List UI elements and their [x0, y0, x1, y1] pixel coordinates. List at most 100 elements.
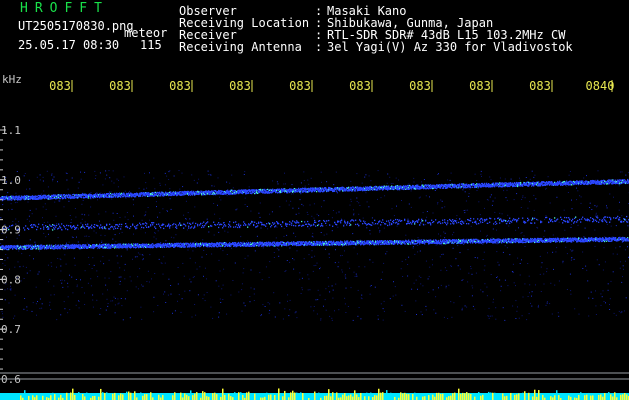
noise-dot [328, 257, 330, 258]
noise-dot [472, 305, 474, 307]
noise-dot [170, 236, 172, 238]
noise-dot [345, 277, 347, 279]
noise-dot [76, 286, 78, 288]
noise-dot [119, 280, 121, 282]
noise-dot [625, 297, 627, 299]
noise-dot [1, 311, 3, 313]
noise-dot [157, 305, 159, 306]
noise-dot [344, 275, 346, 277]
noise-dot [506, 189, 508, 191]
noise-dot [120, 298, 122, 299]
noise-dot [60, 314, 62, 316]
noise-dot [583, 177, 585, 179]
noise-dot [105, 211, 107, 213]
trace-point [42, 247, 44, 249]
noise-dot [99, 172, 101, 174]
noise-dot [391, 208, 393, 210]
noise-dot [87, 282, 89, 284]
noise-dot [123, 269, 125, 271]
trace-point [88, 197, 90, 199]
noise-dot [100, 234, 102, 236]
noise-dot [250, 287, 252, 289]
noise-dot [451, 316, 453, 318]
noise-dot [218, 285, 220, 287]
noise-dot [112, 212, 114, 214]
noise-dot [357, 315, 359, 317]
noise-dot [420, 283, 422, 285]
noise-dot [145, 211, 147, 213]
noise-dot [426, 211, 428, 212]
trace-point [300, 191, 302, 193]
noise-dot [364, 266, 366, 268]
trace-point [571, 184, 573, 186]
noise-dot [395, 177, 397, 179]
trace-point [157, 195, 159, 197]
noise-dot [562, 262, 564, 264]
noise-dot [42, 176, 44, 178]
noise-dot [52, 180, 54, 182]
noise-dot [504, 178, 506, 180]
noise-dot [335, 212, 337, 214]
info-antenna: Receiving Antenna:3el Yagi(V) Az 330 for… [179, 40, 573, 54]
noise-dot [389, 176, 391, 178]
noise-dot [121, 231, 123, 233]
noise-dot [470, 225, 472, 227]
noise-dot [332, 289, 334, 291]
noise-dot [96, 299, 98, 301]
trace-point [135, 196, 137, 198]
noise-dot [449, 179, 451, 181]
noise-dot [520, 207, 522, 208]
noise-dot [490, 194, 492, 196]
noise-dot [247, 224, 249, 226]
noise-dot [3, 239, 5, 241]
noise-dot [329, 315, 331, 317]
noise-dot [206, 218, 208, 220]
noise-dot [132, 258, 133, 260]
noise-dot [482, 291, 484, 293]
noise-dot [55, 215, 57, 217]
noise-dot [117, 303, 119, 305]
noise-dot [105, 284, 107, 286]
noise-dot [260, 227, 262, 229]
noise-dot [295, 213, 297, 215]
noise-dot [288, 204, 290, 206]
noise-dot [358, 266, 360, 268]
noise-dot [223, 268, 225, 270]
noise-dot [80, 222, 82, 224]
noise-dot [522, 296, 524, 298]
trace-point [36, 248, 38, 250]
noise-dot [369, 259, 371, 261]
noise-dot [119, 232, 120, 234]
noise-dot [95, 232, 97, 234]
noise-dot [117, 262, 119, 264]
noise-dot [551, 313, 553, 315]
noise-dot [125, 197, 127, 199]
noise-dot [146, 187, 148, 189]
noise-dot [35, 286, 37, 288]
noise-dot [471, 295, 473, 297]
noise-dot [329, 291, 331, 293]
noise-dot [392, 183, 394, 184]
noise-dot [480, 170, 482, 172]
noise-dot [332, 210, 334, 211]
noise-dot [284, 308, 286, 310]
noise-dot [112, 300, 114, 302]
noise-dot [144, 232, 146, 234]
noise-dot [427, 278, 429, 280]
noise-dot [190, 281, 192, 283]
noise-dot [269, 261, 271, 263]
noise-dot [110, 271, 112, 273]
noise-dot [465, 209, 467, 211]
noise-dot [627, 225, 629, 227]
noise-dot [43, 232, 45, 234]
noise-dot [362, 217, 364, 219]
noise-dot [60, 279, 61, 281]
noise-dot [19, 266, 21, 268]
noise-dot [600, 218, 602, 220]
noise-dot [337, 226, 339, 228]
noise-dot [469, 188, 471, 190]
noise-dot [81, 203, 83, 205]
noise-dot [26, 309, 28, 311]
noise-dot [164, 262, 166, 264]
trace-point [137, 193, 139, 195]
